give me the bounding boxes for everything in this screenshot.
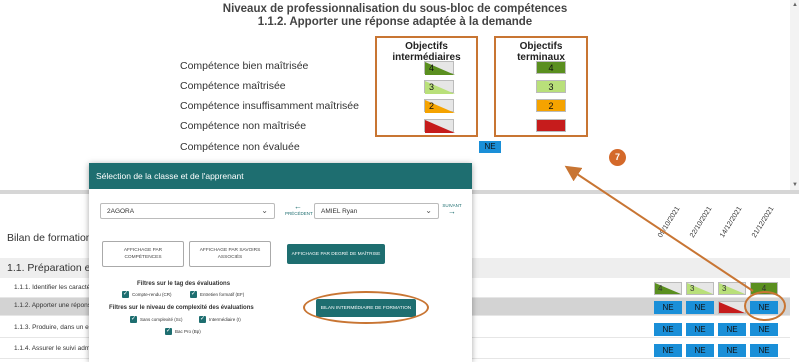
annotation-arrow — [564, 165, 754, 292]
